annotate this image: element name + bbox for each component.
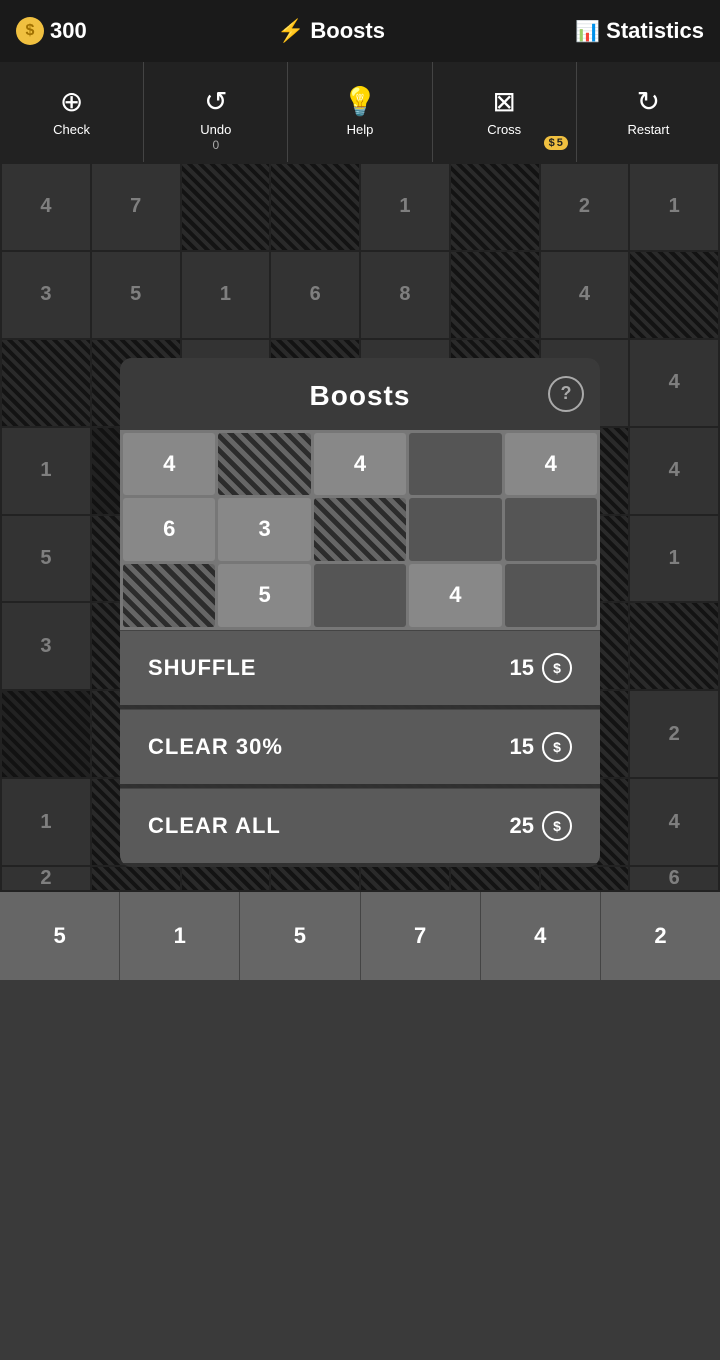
- undo-label: Undo: [200, 122, 231, 137]
- statistics-button[interactable]: 📊 Statistics: [575, 18, 704, 44]
- bottom-cell[interactable]: 1: [120, 892, 240, 980]
- check-button[interactable]: ⊕ Check: [0, 62, 144, 162]
- boost-items-list: SHUFFLE 15 $ CLEAR 30% 15 $ CLEAR ALL: [120, 630, 600, 863]
- bottom-cell[interactable]: 7: [361, 892, 481, 980]
- clear-all-boost-button[interactable]: CLEAR ALL 25 $: [120, 788, 600, 863]
- game-area: 4 7 1 2 1 3 5 1 6 8 4 5 4 2 4 1 1 5 1 4: [0, 162, 720, 892]
- cross-x-icon: ⊠: [492, 88, 515, 116]
- preview-cell: [314, 564, 406, 627]
- boosts-label: Boosts: [310, 18, 385, 44]
- boosts-modal: Boosts ? 4 4 4 6 3: [120, 358, 600, 867]
- clear-all-cost-value: 25: [510, 813, 534, 839]
- boosts-button[interactable]: ⚡ Boosts: [277, 18, 385, 44]
- bottom-game-row: 5 1 5 7 4 2: [0, 892, 720, 980]
- restart-label: Restart: [627, 122, 669, 137]
- check-plus-icon: ⊕: [60, 88, 83, 116]
- clear30-cost-value: 15: [510, 734, 534, 760]
- bottom-cell[interactable]: 5: [240, 892, 360, 980]
- preview-cell: 4: [505, 433, 597, 496]
- preview-cell: 4: [123, 433, 215, 496]
- preview-cell: 4: [314, 433, 406, 496]
- undo-icon: ↺: [204, 88, 227, 116]
- top-bar: $ 300 ⚡ Boosts 📊 Statistics: [0, 0, 720, 62]
- clear-all-cost: 25 $: [510, 811, 572, 841]
- check-label: Check: [53, 122, 90, 137]
- coin-icon: $: [16, 17, 44, 45]
- preview-cell: 5: [218, 564, 310, 627]
- preview-cell: 6: [123, 498, 215, 561]
- restart-button[interactable]: ↻ Restart: [577, 62, 720, 162]
- shuffle-cost: 15 $: [510, 653, 572, 683]
- clear30-boost-button[interactable]: CLEAR 30% 15 $: [120, 709, 600, 784]
- clear30-coin-icon: $: [542, 732, 572, 762]
- clear-all-label: CLEAR ALL: [148, 813, 281, 839]
- statistics-label: Statistics: [606, 18, 704, 44]
- help-question-icon: ?: [561, 383, 572, 404]
- cross-cost-badge: $ 5: [544, 136, 568, 150]
- modal-preview: 4 4 4 6 3 5 4: [120, 430, 600, 630]
- stats-bar-icon: 📊: [575, 19, 600, 44]
- preview-cell: [409, 498, 501, 561]
- bottom-cell[interactable]: 5: [0, 892, 120, 980]
- preview-cell: [505, 564, 597, 627]
- boost-lightning-icon: ⚡: [277, 18, 304, 44]
- cross-cost-value: 5: [557, 137, 563, 149]
- clear30-label: CLEAR 30%: [148, 734, 283, 760]
- coin-balance: $ 300: [16, 17, 87, 45]
- preview-cell: 4: [409, 564, 501, 627]
- undo-button[interactable]: ↺ Undo 0: [144, 62, 288, 162]
- shuffle-coin-icon: $: [542, 653, 572, 683]
- bottom-cell[interactable]: 2: [601, 892, 720, 980]
- bottom-cell[interactable]: 4: [481, 892, 601, 980]
- preview-cell: [314, 498, 406, 561]
- undo-count: 0: [212, 138, 219, 152]
- cross-cost-icon: $: [549, 137, 555, 149]
- coin-amount: 300: [50, 18, 87, 44]
- help-label: Help: [347, 122, 374, 137]
- modal-overlay[interactable]: Boosts ? 4 4 4 6 3: [0, 162, 720, 892]
- modal-help-button[interactable]: ?: [548, 376, 584, 412]
- clear30-cost: 15 $: [510, 732, 572, 762]
- preview-cell: 3: [218, 498, 310, 561]
- cross-button[interactable]: ⊠ Cross $ 5: [433, 62, 577, 162]
- help-bulb-icon: 💡: [343, 88, 378, 116]
- clear-all-coin-icon: $: [542, 811, 572, 841]
- preview-cell: [505, 498, 597, 561]
- shuffle-cost-value: 15: [510, 655, 534, 681]
- preview-grid: 4 4 4 6 3 5 4: [120, 430, 600, 630]
- restart-icon: ↻: [637, 88, 660, 116]
- bottom-area: [0, 980, 720, 1360]
- preview-cell: [123, 564, 215, 627]
- cross-label: Cross: [487, 122, 521, 137]
- shuffle-boost-button[interactable]: SHUFFLE 15 $: [120, 630, 600, 705]
- shuffle-label: SHUFFLE: [148, 655, 256, 681]
- toolbar: ⊕ Check ↺ Undo 0 💡 Help ⊠ Cross $ 5 ↻ Re…: [0, 62, 720, 162]
- preview-cell: [218, 433, 310, 496]
- help-button[interactable]: 💡 Help: [288, 62, 432, 162]
- modal-header: Boosts ?: [120, 358, 600, 430]
- preview-cell: [409, 433, 501, 496]
- modal-title: Boosts: [310, 380, 411, 412]
